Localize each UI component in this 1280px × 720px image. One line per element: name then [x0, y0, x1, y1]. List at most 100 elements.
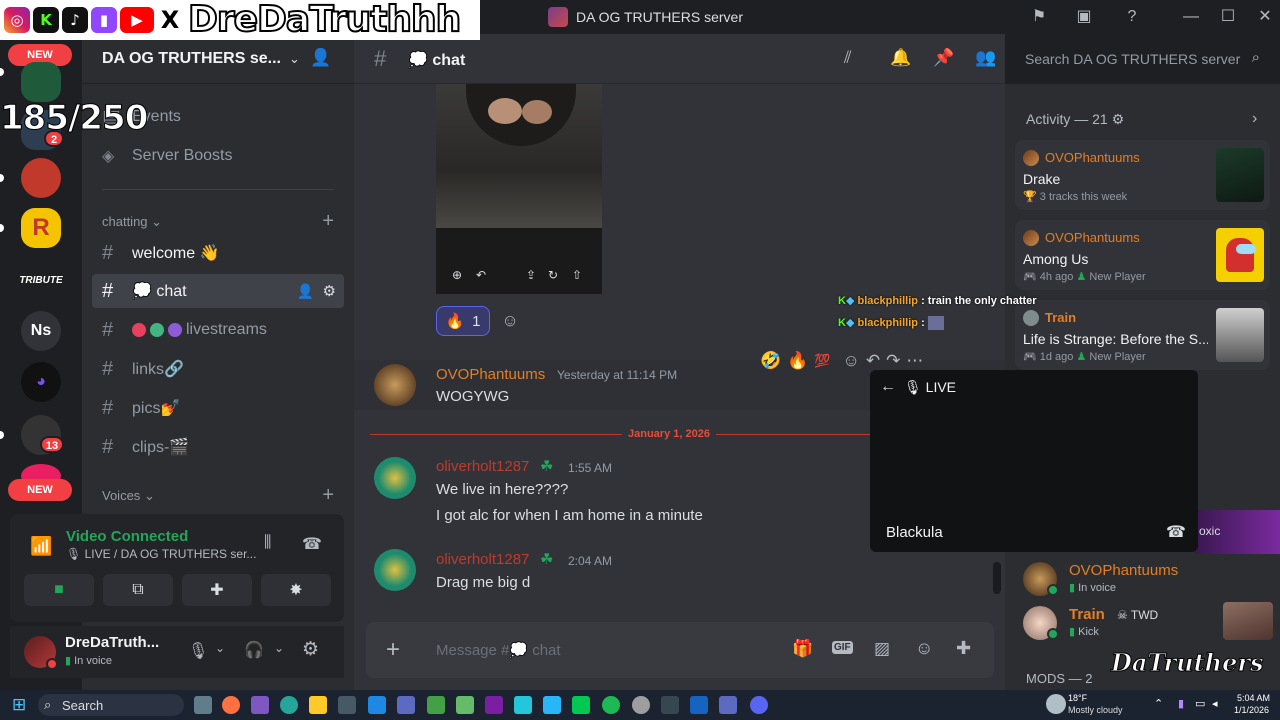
photos-icon[interactable] [543, 696, 561, 714]
camera-button[interactable]: ■ [24, 574, 94, 606]
server-boosts-item[interactable]: ◈ Server Boosts [92, 139, 344, 173]
activity-card[interactable]: Train Life is Strange: Before the S... 🎮… [1015, 300, 1270, 370]
outlook-icon[interactable] [368, 696, 386, 714]
message-input[interactable]: Message #💭 chat [436, 641, 561, 659]
app-icon[interactable] [338, 696, 356, 714]
gif-icon[interactable]: GIF [832, 641, 853, 654]
channel-clips[interactable]: # clips-🎬 [92, 430, 344, 464]
noise-suppression-icon[interactable]: ⫼ [264, 534, 271, 552]
reply-icon[interactable]: ↶ [866, 351, 880, 371]
upload-icon[interactable]: ⇪ [526, 268, 536, 282]
tray-app-icon[interactable]: ▮ [1178, 697, 1184, 710]
spotify-icon[interactable] [602, 696, 620, 714]
add-reaction-icon[interactable]: ☺ [843, 351, 860, 371]
message-author[interactable]: oliverholt1287 [436, 458, 529, 475]
chevron-down-icon[interactable]: ⌄ [215, 641, 225, 655]
channel-links[interactable]: # links🔗 [92, 352, 344, 386]
tray-chevron-icon[interactable]: ⌃ [1154, 697, 1163, 710]
discord-icon[interactable] [750, 696, 768, 714]
invite-icon[interactable]: 👤 [310, 48, 331, 68]
folder-icon[interactable] [309, 696, 327, 714]
activities-button[interactable]: ✚ [182, 574, 252, 606]
gift-icon[interactable]: 🎁 [792, 639, 813, 659]
volume-icon[interactable]: ◂ [1212, 697, 1218, 710]
voice-status[interactable]: Video Connected [66, 528, 188, 545]
taskbar-search[interactable]: ⌕ Search [38, 694, 184, 716]
attachment-image[interactable] [436, 84, 602, 228]
edge-icon[interactable] [280, 696, 298, 714]
gear-icon[interactable]: ⚙ [1112, 111, 1125, 127]
weather-desc[interactable]: Mostly cloudy [1068, 705, 1123, 715]
fire-emoji-icon[interactable]: 🔥 [787, 351, 808, 371]
avatar[interactable] [374, 364, 416, 406]
server-icon-rockstar[interactable]: R [21, 208, 61, 248]
app-icon[interactable] [661, 696, 679, 714]
add-attachment-icon[interactable]: + [386, 636, 400, 664]
add-channel-icon[interactable]: + [322, 210, 334, 233]
headphones-icon[interactable]: 🎧 [244, 640, 264, 660]
reaction-fire[interactable]: 🔥 1 [436, 306, 490, 336]
windows-start-icon[interactable]: ⊞ [12, 695, 26, 715]
rotate-icon[interactable]: ↻ [548, 268, 558, 282]
weather-icon[interactable] [1046, 694, 1066, 714]
avatar[interactable] [374, 457, 416, 499]
pin-icon[interactable]: 📌 [933, 48, 954, 68]
channel-chat[interactable]: # 💭 chat 👤 ⚙ [92, 274, 344, 308]
laugh-emoji-icon[interactable]: 🤣 [760, 351, 781, 371]
member-name[interactable]: Train [1069, 606, 1105, 623]
chevron-down-icon[interactable]: ⌄ [274, 641, 284, 655]
share-icon[interactable]: ⇧ [572, 268, 582, 282]
category-voices[interactable]: Voices ⌄ + [102, 484, 334, 506]
clock-date[interactable]: 1/1/2026 [1234, 705, 1269, 715]
close-icon[interactable]: ✕ [1254, 6, 1276, 28]
voice-location[interactable]: 🎙 LIVE / DA OG TRUTHERS ser... [66, 547, 256, 561]
network-icon[interactable]: ▭ [1195, 697, 1205, 710]
server-icon-3[interactable] [21, 158, 61, 198]
add-reaction-button[interactable]: ☺ [496, 308, 524, 334]
kick-app-icon[interactable] [572, 696, 590, 714]
server-icon-1[interactable] [21, 62, 61, 102]
screen-share-button[interactable]: ⧉ [103, 574, 173, 606]
clock-time[interactable]: 5:04 AM [1237, 693, 1270, 703]
members-icon[interactable]: 👥 [975, 48, 996, 68]
disconnect-icon[interactable]: ☎ [302, 534, 322, 554]
hundred-emoji-icon[interactable]: 💯 [814, 353, 830, 369]
member-name[interactable]: OVOPhantuums [1069, 562, 1178, 579]
reply-icon[interactable]: ↶ [476, 268, 486, 282]
steam-icon[interactable] [690, 696, 708, 714]
more-icon[interactable]: ⋯ [906, 351, 923, 371]
message-author[interactable]: OVOPhantuums [436, 366, 545, 383]
server-icon-tribute[interactable]: TRIBUTE [19, 260, 62, 300]
channel-welcome[interactable]: # welcome 👋 [92, 236, 344, 270]
invite-icon[interactable]: 👤 [297, 283, 314, 300]
maximize-icon[interactable]: ☐ [1217, 6, 1239, 28]
scrollbar-thumb[interactable] [993, 562, 1001, 594]
app-icon[interactable] [719, 696, 737, 714]
inbox-flag-icon[interactable]: ⚑ [1028, 6, 1050, 28]
apps-icon[interactable]: ✚ [956, 638, 971, 659]
activity-card[interactable]: OVOPhantuums Among Us 🎮 4h ago ♟ New Pla… [1015, 220, 1270, 290]
microphone-icon[interactable]: 🎙 [188, 641, 208, 661]
message-author[interactable]: oliverholt1287 [436, 551, 529, 568]
sticker-icon[interactable]: ▨ [874, 639, 890, 659]
server-icon-ns[interactable]: Ns [21, 311, 61, 351]
app-icon[interactable] [485, 696, 503, 714]
activity-card[interactable]: OVOPhantuums Drake 🏆 3 tracks this week [1015, 140, 1270, 210]
soundboard-button[interactable]: ✸ [261, 574, 331, 606]
bell-icon[interactable]: 🔔 [890, 48, 911, 68]
threads-icon[interactable]: ⫽ [844, 48, 852, 68]
avatar[interactable] [374, 549, 416, 591]
category-chatting[interactable]: chatting ⌄ + [102, 210, 334, 232]
obs-icon[interactable] [632, 696, 650, 714]
weather-temp[interactable]: 18°F [1068, 693, 1087, 703]
server-header[interactable]: DA OG TRUTHERS se... ⌄ 👤 [82, 34, 354, 84]
username[interactable]: DreDaTruth... [65, 634, 159, 651]
channel-livestreams[interactable]: # livestreams [92, 313, 344, 347]
inbox-icon[interactable]: ▣ [1073, 6, 1095, 28]
forward-icon[interactable]: ↷ [886, 351, 900, 371]
minimize-icon[interactable]: — [1180, 6, 1202, 28]
firefox-icon[interactable] [222, 696, 240, 714]
activity-header[interactable]: Activity — 21 ⚙ [1026, 111, 1124, 128]
server-icon-5[interactable]: ◕ [21, 362, 61, 402]
app-icon[interactable] [427, 696, 445, 714]
